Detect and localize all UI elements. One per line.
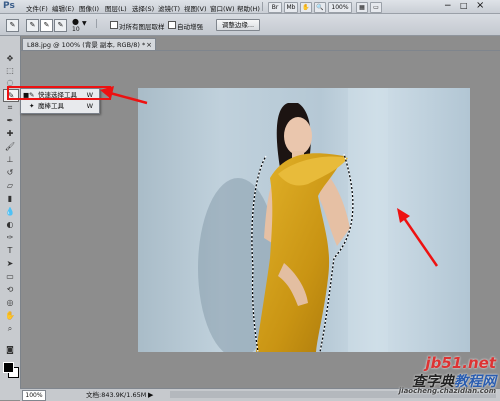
document-size-info: 文档:843.9K/1.65M: [86, 391, 147, 399]
watermark-jb51: jb51.net: [425, 354, 496, 372]
watermark-url: jiaocheng.chazidian.com: [398, 387, 496, 395]
foreground-color-swatch[interactable]: [3, 362, 14, 373]
annotation-arrows: [100, 86, 439, 267]
status-zoom-field[interactable]: 100%: [22, 390, 46, 401]
status-menu-arrow-icon[interactable]: ▶: [148, 389, 153, 401]
